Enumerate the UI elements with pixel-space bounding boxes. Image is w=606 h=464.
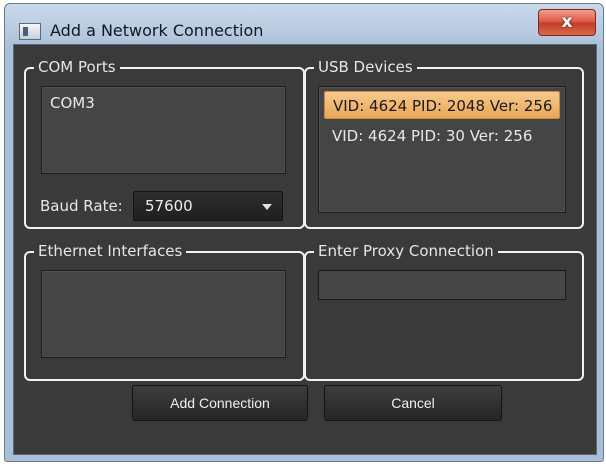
com-port-item[interactable]: COM3 [50,94,95,112]
baud-rate-value: 57600 [145,197,193,215]
usb-device-item[interactable]: VID: 4624 PID: 2048 Ver: 256 [324,91,560,119]
com-ports-group: COM Ports COM3 Baud Rate: 57600 [24,58,305,229]
window-title: Add a Network Connection [50,21,264,40]
com-ports-list[interactable]: COM3 [41,86,286,174]
chevron-down-icon [262,204,272,210]
proxy-connection-legend: Enter Proxy Connection [314,242,498,260]
dialog-window: Add a Network Connection x COM Ports COM… [4,3,604,462]
proxy-connection-group: Enter Proxy Connection [304,242,584,381]
usb-devices-legend: USB Devices [314,58,417,76]
usb-device-item[interactable]: VID: 4624 PID: 30 Ver: 256 [324,122,560,150]
com-ports-legend: COM Ports [34,58,120,76]
close-button[interactable]: x [538,9,596,36]
baud-rate-dropdown[interactable]: 57600 [133,191,283,221]
window-app-icon [19,23,41,40]
proxy-connection-input[interactable] [318,270,566,300]
ethernet-interfaces-legend: Ethernet Interfaces [34,242,187,260]
usb-devices-group: USB Devices VID: 4624 PID: 2048 Ver: 256… [304,58,584,229]
cancel-button[interactable]: Cancel [324,385,502,421]
ethernet-interfaces-list[interactable] [41,270,286,358]
title-bar[interactable]: Add a Network Connection x [5,4,603,48]
usb-devices-list[interactable]: VID: 4624 PID: 2048 Ver: 256 VID: 4624 P… [318,86,566,213]
ethernet-interfaces-group: Ethernet Interfaces [24,242,305,381]
add-connection-button[interactable]: Add Connection [132,385,308,421]
baud-rate-label: Baud Rate: [40,197,123,215]
close-icon: x [561,12,573,32]
dialog-content: COM Ports COM3 Baud Rate: 57600 USB Devi… [13,44,597,455]
